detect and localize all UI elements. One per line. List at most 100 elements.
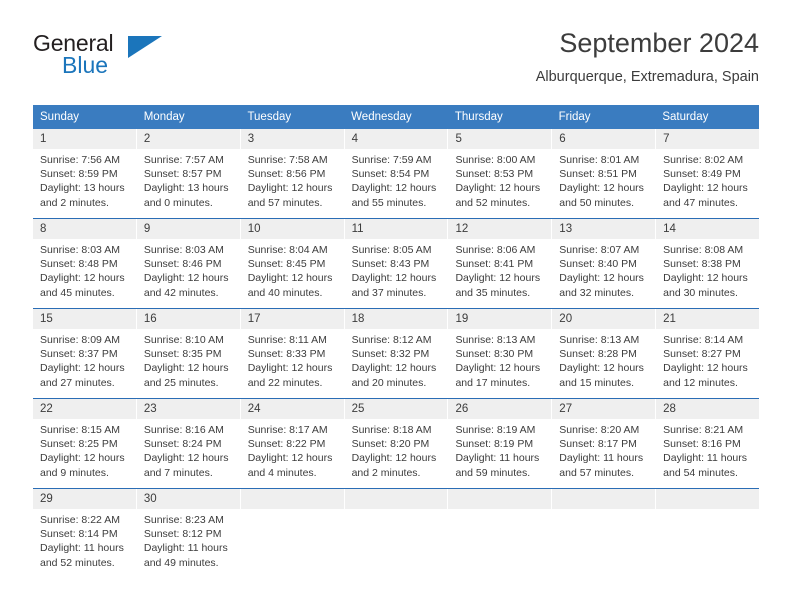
- sunrise-text: Sunrise: 8:03 AM: [40, 244, 120, 256]
- day-number: 27: [552, 399, 656, 419]
- calendar-day-cell[interactable]: 11 Sunrise: 8:05 AM Sunset: 8:43 PM Dayligh…: [344, 219, 449, 308]
- sunrise-text: Sunrise: 8:14 AM: [663, 334, 744, 346]
- daylight-text-line1: Daylight: 12 hours: [247, 182, 333, 195]
- calendar-day-cell[interactable]: 3 Sunrise: 7:58 AM Sunset: 8:56 PM Daylight…: [240, 129, 345, 218]
- day-number: 28: [656, 399, 760, 419]
- day-details: Sunrise: 8:23 AM Sunset: 8:12 PM Daylight:…: [137, 509, 240, 570]
- daylight-text-line1: Daylight: 12 hours: [351, 452, 437, 465]
- calendar-day-cell[interactable]: 15 Sunrise: 8:09 AM Sunset: 8:37 PM Dayligh…: [33, 309, 137, 398]
- calendar-day-cell[interactable]: 16 Sunrise: 8:10 AM Sunset: 8:35 PM Dayligh…: [136, 309, 241, 398]
- calendar-day-cell[interactable]: 18 Sunrise: 8:12 AM Sunset: 8:32 PM Dayligh…: [344, 309, 449, 398]
- day-details: [241, 509, 344, 513]
- daylight-text-line1: Daylight: 12 hours: [455, 362, 541, 375]
- sunrise-text: Sunrise: 8:18 AM: [351, 424, 432, 436]
- daylight-text-line2: and 2 minutes.: [40, 196, 109, 209]
- sunset-text: Sunset: 8:53 PM: [455, 168, 534, 181]
- calendar-day-cell[interactable]: 1 Sunrise: 7:56 AM Sunset: 8:59 PM Daylight…: [33, 129, 137, 218]
- day-number: [240, 489, 344, 509]
- calendar-day-cell[interactable]: 14 Sunrise: 8:08 AM Sunset: 8:38 PM Dayligh…: [656, 219, 760, 308]
- calendar-day-cell[interactable]: 8 Sunrise: 8:03 AM Sunset: 8:48 PM Daylight…: [33, 219, 137, 308]
- calendar-day-cell[interactable]: 17 Sunrise: 8:11 AM Sunset: 8:33 PM Dayligh…: [240, 309, 345, 398]
- daylight-text-line1: Daylight: 12 hours: [351, 272, 437, 285]
- day-details: Sunrise: 8:19 AM Sunset: 8:19 PM Daylight:…: [448, 419, 551, 480]
- calendar-day-cell[interactable]: 21 Sunrise: 8:14 AM Sunset: 8:27 PM Dayligh…: [656, 309, 760, 398]
- sunset-text: Sunset: 8:41 PM: [455, 258, 534, 271]
- day-details: Sunrise: 8:04 AM Sunset: 8:45 PM Daylight:…: [241, 239, 344, 300]
- calendar-day-cell-empty: [448, 489, 553, 578]
- day-number: 5: [448, 129, 552, 149]
- triangle-icon: [128, 36, 162, 58]
- calendar-day-cell[interactable]: 4 Sunrise: 7:59 AM Sunset: 8:54 PM Daylight…: [344, 129, 449, 218]
- calendar-day-cell[interactable]: 29 Sunrise: 8:22 AM Sunset: 8:14 PM Dayligh…: [33, 489, 137, 578]
- calendar-week-row: 1 Sunrise: 7:56 AM Sunset: 8:59 PM Daylight…: [33, 129, 760, 218]
- sunrise-text: Sunrise: 8:23 AM: [143, 514, 224, 526]
- calendar-day-cell[interactable]: 20 Sunrise: 8:13 AM Sunset: 8:28 PM Dayligh…: [552, 309, 657, 398]
- sunset-text: Sunset: 8:40 PM: [559, 258, 637, 271]
- sunset-text: Sunset: 8:27 PM: [663, 348, 741, 361]
- calendar-week-row: 8 Sunrise: 8:03 AM Sunset: 8:48 PM Daylight…: [33, 218, 760, 308]
- day-number: [344, 489, 448, 509]
- daylight-text-line2: and 37 minutes.: [351, 286, 427, 299]
- day-details: Sunrise: 8:21 AM Sunset: 8:16 PM Daylight:…: [656, 419, 759, 480]
- page-header: General Blue September 2024 Alburquerque…: [33, 26, 759, 98]
- day-number: 3: [240, 129, 344, 149]
- daylight-text-line2: and 55 minutes.: [351, 196, 427, 209]
- sunrise-text: Sunrise: 7:57 AM: [143, 154, 224, 166]
- calendar-day-cell[interactable]: 30 Sunrise: 8:23 AM Sunset: 8:12 PM Dayligh…: [136, 489, 241, 578]
- calendar-day-cell[interactable]: 23 Sunrise: 8:16 AM Sunset: 8:24 PM Dayligh…: [136, 399, 241, 488]
- day-number: 18: [344, 309, 448, 329]
- daylight-text-line2: and 4 minutes.: [247, 466, 317, 479]
- calendar-day-cell[interactable]: 22 Sunrise: 8:15 AM Sunset: 8:25 PM Dayligh…: [33, 399, 137, 488]
- general-blue-logo[interactable]: General Blue: [33, 30, 183, 86]
- day-details: Sunrise: 8:11 AM Sunset: 8:33 PM Daylight:…: [241, 329, 344, 390]
- day-number: 16: [136, 309, 240, 329]
- calendar-day-cell[interactable]: 2 Sunrise: 7:57 AM Sunset: 8:57 PM Daylight…: [136, 129, 241, 218]
- day-details: Sunrise: 8:17 AM Sunset: 8:22 PM Daylight:…: [241, 419, 344, 480]
- day-details: Sunrise: 8:13 AM Sunset: 8:28 PM Daylight:…: [552, 329, 655, 390]
- sunrise-text: Sunrise: 8:19 AM: [455, 424, 536, 436]
- calendar-weeks: 1 Sunrise: 7:56 AM Sunset: 8:59 PM Daylight…: [33, 129, 760, 578]
- calendar-day-cell[interactable]: 27 Sunrise: 8:20 AM Sunset: 8:17 PM Dayligh…: [552, 399, 657, 488]
- day-details: Sunrise: 8:08 AM Sunset: 8:38 PM Daylight:…: [656, 239, 759, 300]
- calendar-day-cell[interactable]: 10 Sunrise: 8:04 AM Sunset: 8:45 PM Dayligh…: [240, 219, 345, 308]
- weekday-monday: Monday: [143, 111, 185, 123]
- calendar-day-cell[interactable]: 6 Sunrise: 8:01 AM Sunset: 8:51 PM Daylight…: [552, 129, 657, 218]
- calendar-day-cell[interactable]: 12 Sunrise: 8:06 AM Sunset: 8:41 PM Dayligh…: [448, 219, 553, 308]
- sunset-text: Sunset: 8:43 PM: [351, 258, 430, 271]
- daylight-text-line2: and 42 minutes.: [143, 286, 219, 299]
- day-details: [656, 509, 759, 513]
- daylight-text-line1: Daylight: 12 hours: [455, 182, 541, 195]
- calendar-day-cell[interactable]: 26 Sunrise: 8:19 AM Sunset: 8:19 PM Dayligh…: [448, 399, 553, 488]
- daylight-text-line1: Daylight: 12 hours: [559, 362, 644, 375]
- calendar-day-cell[interactable]: 24 Sunrise: 8:17 AM Sunset: 8:22 PM Dayligh…: [240, 399, 345, 488]
- calendar-day-cell[interactable]: 5 Sunrise: 8:00 AM Sunset: 8:53 PM Daylight…: [448, 129, 553, 218]
- calendar-day-cell[interactable]: 25 Sunrise: 8:18 AM Sunset: 8:20 PM Dayligh…: [344, 399, 449, 488]
- day-details: Sunrise: 7:56 AM Sunset: 8:59 PM Daylight:…: [33, 149, 136, 210]
- calendar-day-cell[interactable]: 28 Sunrise: 8:21 AM Sunset: 8:16 PM Dayligh…: [656, 399, 760, 488]
- sunset-text: Sunset: 8:12 PM: [143, 528, 222, 541]
- daylight-text-line1: Daylight: 13 hours: [143, 182, 229, 195]
- calendar-day-cell[interactable]: 9 Sunrise: 8:03 AM Sunset: 8:46 PM Daylight…: [136, 219, 241, 308]
- sunset-text: Sunset: 8:48 PM: [40, 258, 118, 271]
- day-details: Sunrise: 8:00 AM Sunset: 8:53 PM Daylight:…: [448, 149, 551, 210]
- sunrise-text: Sunrise: 8:06 AM: [455, 244, 536, 256]
- daylight-text-line1: Daylight: 12 hours: [559, 272, 644, 285]
- calendar-grid: Sunday Monday Tuesday Wednesday Thursday…: [33, 105, 760, 578]
- calendar-week-row: 29 Sunrise: 8:22 AM Sunset: 8:14 PM Dayligh…: [33, 488, 760, 578]
- sunset-text: Sunset: 8:17 PM: [559, 438, 637, 451]
- sunrise-text: Sunrise: 8:04 AM: [247, 244, 328, 256]
- sunrise-text: Sunrise: 8:13 AM: [559, 334, 640, 346]
- daylight-text-line2: and 52 minutes.: [455, 196, 531, 209]
- daylight-text-line2: and 57 minutes.: [247, 196, 323, 209]
- weekday-thursday: Thursday: [454, 111, 503, 123]
- calendar-day-cell[interactable]: 7 Sunrise: 8:02 AM Sunset: 8:49 PM Daylight…: [656, 129, 760, 218]
- calendar-day-cell[interactable]: 19 Sunrise: 8:13 AM Sunset: 8:30 PM Dayligh…: [448, 309, 553, 398]
- day-number: 10: [240, 219, 344, 239]
- sunrise-text: Sunrise: 8:17 AM: [247, 424, 328, 436]
- daylight-text-line2: and 22 minutes.: [247, 376, 323, 389]
- day-details: [345, 509, 448, 513]
- sunrise-text: Sunrise: 7:56 AM: [40, 154, 120, 166]
- day-number: 15: [33, 309, 136, 329]
- calendar-day-cell[interactable]: 13 Sunrise: 8:07 AM Sunset: 8:40 PM Dayligh…: [552, 219, 657, 308]
- daylight-text-line2: and 49 minutes.: [143, 556, 219, 569]
